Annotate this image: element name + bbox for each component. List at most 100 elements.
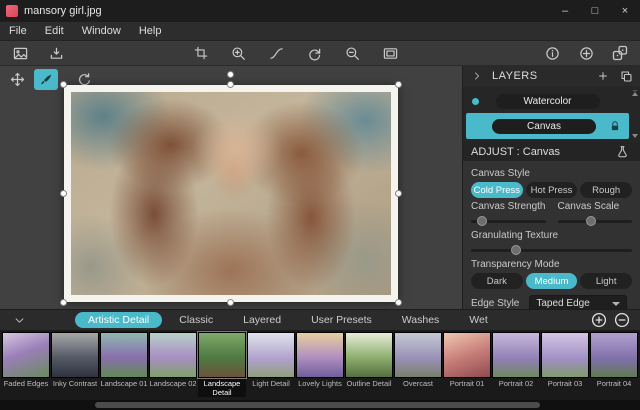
tab-washes[interactable]: Washes	[389, 312, 453, 328]
preset-item[interactable]: Portrait 04	[590, 332, 638, 389]
redo-button[interactable]	[303, 43, 327, 64]
menu-edit[interactable]: Edit	[36, 22, 73, 40]
preset-thumbnail[interactable]	[590, 332, 638, 378]
menu-help[interactable]: Help	[130, 22, 171, 40]
random-preset-button[interactable]	[608, 43, 632, 64]
preset-thumbnail[interactable]	[149, 332, 197, 378]
selection-handle[interactable]	[60, 299, 67, 306]
style-options-button[interactable]	[612, 143, 632, 161]
brush-tool-button[interactable]	[34, 69, 58, 90]
style-rough-button[interactable]: Rough	[580, 182, 632, 198]
preset-item[interactable]: Light Detail	[247, 332, 295, 389]
tab-artistic-detail[interactable]: Artistic Detail	[75, 312, 162, 328]
preset-item[interactable]: Inky Contrast	[51, 332, 99, 389]
scroll-up-icon[interactable]	[632, 90, 638, 96]
slider-handle[interactable]	[477, 216, 487, 226]
preset-thumbnail[interactable]	[394, 332, 442, 378]
fit-view-button[interactable]	[379, 43, 403, 64]
preset-item[interactable]: Portrait 01	[443, 332, 491, 389]
zoom-in-button[interactable]	[227, 43, 251, 64]
selection-handle[interactable]	[395, 81, 402, 88]
transparency-medium-button[interactable]: Medium	[526, 273, 578, 289]
rotation-handle[interactable]	[227, 71, 234, 78]
close-button[interactable]: ×	[610, 0, 640, 22]
selection-handle[interactable]	[395, 190, 402, 197]
toolbar	[0, 41, 640, 66]
duplicate-layer-button[interactable]	[616, 67, 636, 85]
crop-button[interactable]	[189, 43, 213, 64]
canvas-strength-slider[interactable]	[471, 215, 546, 227]
info-button[interactable]	[540, 43, 564, 64]
move-tool-button[interactable]	[5, 69, 29, 90]
preset-scrollbar-thumb[interactable]	[95, 402, 540, 408]
canvas-scale-slider[interactable]	[558, 215, 633, 227]
collapse-panel-button[interactable]	[467, 67, 487, 85]
selection-handle[interactable]	[395, 299, 402, 306]
layer-row-canvas[interactable]: Canvas	[466, 113, 629, 139]
style-hot-press-button[interactable]: Hot Press	[526, 182, 578, 198]
preset-label: Outline Detail	[345, 380, 393, 389]
preset-thumbnail[interactable]	[100, 332, 148, 378]
layer-visibility-dot[interactable]	[472, 98, 479, 105]
move-icon	[10, 72, 25, 87]
selection-handle[interactable]	[60, 81, 67, 88]
tab-user-presets[interactable]: User Presets	[298, 312, 385, 328]
selection-handle[interactable]	[60, 190, 67, 197]
preset-thumbnail[interactable]	[541, 332, 589, 378]
preset-label: Landscape 02	[149, 380, 197, 389]
open-image-button[interactable]	[8, 43, 32, 64]
preset-thumbnail[interactable]	[2, 332, 50, 378]
add-layer-button[interactable]	[593, 67, 613, 85]
add-preset-button[interactable]	[589, 311, 608, 330]
menu-window[interactable]: Window	[73, 22, 130, 40]
preset-thumbnail[interactable]	[247, 332, 295, 378]
smooth-tool-button[interactable]	[265, 43, 289, 64]
preset-thumbnail[interactable]	[443, 332, 491, 378]
selection-handle[interactable]	[227, 81, 234, 88]
preset-item[interactable]: Landscape 01	[100, 332, 148, 389]
zoom-out-button[interactable]	[341, 43, 365, 64]
slider-handle[interactable]	[586, 216, 596, 226]
preset-item[interactable]: Portrait 03	[541, 332, 589, 389]
collapse-presets-button[interactable]	[9, 311, 29, 329]
maximize-button[interactable]: □	[580, 0, 610, 22]
granulating-texture-slider[interactable]	[471, 244, 632, 256]
toolbar-center-group	[189, 43, 403, 64]
crop-icon	[194, 46, 208, 60]
preset-thumbnail[interactable]	[198, 332, 246, 378]
preset-item[interactable]: Overcast	[394, 332, 442, 389]
transparency-dark-button[interactable]: Dark	[471, 273, 523, 289]
transparency-light-button[interactable]: Light	[580, 273, 632, 289]
watercolor-image[interactable]	[71, 92, 391, 295]
save-image-button[interactable]	[44, 43, 68, 64]
plus-icon	[597, 70, 609, 82]
preset-thumbnail[interactable]	[51, 332, 99, 378]
scroll-down-icon[interactable]	[632, 134, 638, 138]
preset-scrollbar[interactable]	[0, 400, 640, 410]
preset-thumbnail[interactable]	[296, 332, 344, 378]
preset-item[interactable]: Landscape 02	[149, 332, 197, 389]
layer-canvas-button[interactable]: Canvas	[492, 119, 596, 134]
slider-handle[interactable]	[511, 245, 521, 255]
menubar: File Edit Window Help	[0, 22, 640, 41]
preset-item-selected[interactable]: Landscape Detail	[198, 332, 246, 397]
preset-item[interactable]: Portrait 02	[492, 332, 540, 389]
layer-row-watercolor[interactable]: Watercolor	[466, 89, 629, 113]
tab-classic[interactable]: Classic	[166, 312, 226, 328]
preset-thumbnail[interactable]	[492, 332, 540, 378]
minimize-button[interactable]: –	[550, 0, 580, 22]
layers-scrollbar[interactable]	[631, 90, 638, 138]
style-cold-press-button[interactable]: Cold Press	[471, 182, 523, 198]
preset-item[interactable]: Outline Detail	[345, 332, 393, 389]
preset-item[interactable]: Faded Edges	[2, 332, 50, 389]
preset-item[interactable]: Lovely Lights	[296, 332, 344, 389]
layer-watercolor-button[interactable]: Watercolor	[496, 94, 600, 109]
remove-preset-button[interactable]	[612, 311, 631, 330]
edge-style-select[interactable]: Taped Edge	[529, 295, 627, 309]
tab-wet[interactable]: Wet	[456, 312, 500, 328]
menu-file[interactable]: File	[0, 22, 36, 40]
tab-layered[interactable]: Layered	[230, 312, 294, 328]
add-button[interactable]	[574, 43, 598, 64]
selection-handle[interactable]	[227, 299, 234, 306]
preset-thumbnail[interactable]	[345, 332, 393, 378]
